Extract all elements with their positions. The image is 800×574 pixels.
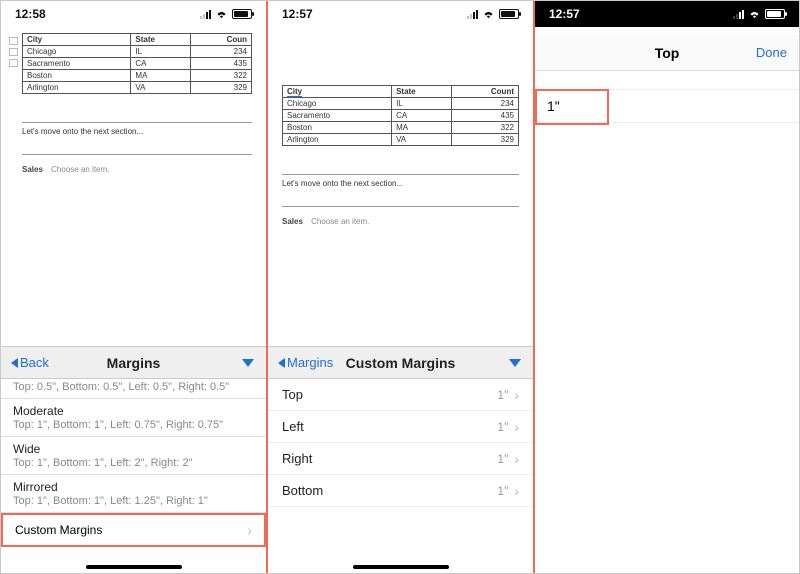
highlight-box: [535, 89, 609, 125]
doc-text: Let's move onto the next section...: [282, 179, 519, 188]
chevron-right-icon: ›: [514, 451, 519, 467]
clock: 12:57: [282, 7, 313, 21]
th-count: Coun: [190, 34, 251, 46]
data-table: City State Count ChicagoIL234 Sacramento…: [282, 85, 519, 146]
home-indicator[interactable]: [86, 565, 182, 569]
dropdown-icon[interactable]: [509, 359, 521, 367]
chevron-left-icon: [278, 358, 285, 368]
wifi-icon: [748, 9, 761, 19]
custom-margins-header: Margins Custom Margins: [268, 346, 533, 379]
chevron-right-icon: ›: [514, 483, 519, 499]
th-city: City: [23, 34, 131, 46]
signal-icon: [467, 9, 478, 19]
document-preview: City State Coun ChicagoIL234 SacramentoC…: [1, 27, 266, 174]
margin-preset-moderate[interactable]: Moderate Top: 1", Bottom: 1", Left: 0.75…: [1, 399, 266, 437]
back-button[interactable]: Back: [11, 355, 49, 370]
chevron-right-icon: ›: [247, 522, 252, 538]
th-city: City: [283, 86, 392, 98]
margins-panel-header: Back Margins: [1, 346, 266, 379]
top-margin-nav: Top Done: [535, 35, 799, 71]
battery-icon: [499, 9, 519, 19]
status-bar: 12:57: [535, 1, 799, 27]
status-bar: 12:57: [268, 1, 533, 27]
dropdown-icon[interactable]: [242, 359, 254, 367]
data-table: City State Coun ChicagoIL234 SacramentoC…: [22, 33, 252, 94]
clock: 12:58: [15, 7, 46, 21]
status-bar: 12:58: [1, 1, 266, 27]
margin-row-top[interactable]: Top 1"›: [268, 379, 533, 411]
document-preview: City State Count ChicagoIL234 Sacramento…: [268, 27, 533, 226]
margin-preset-cut[interactable]: Top: 0.5", Bottom: 0.5", Left: 0.5", Rig…: [1, 379, 266, 399]
th-state: State: [131, 34, 190, 46]
margin-row-right[interactable]: Right 1"›: [268, 443, 533, 475]
margin-row-left[interactable]: Left 1"›: [268, 411, 533, 443]
margin-preset-wide[interactable]: Wide Top: 1", Bottom: 1", Left: 2", Righ…: [1, 437, 266, 475]
back-button[interactable]: Margins: [278, 355, 333, 370]
signal-icon: [733, 9, 744, 19]
sales-field: Sales Choose an item.: [282, 217, 519, 226]
home-indicator[interactable]: [353, 565, 449, 569]
chevron-right-icon: ›: [514, 387, 519, 403]
sales-field: Sales Choose an item.: [22, 165, 252, 174]
page-title: Top: [655, 45, 680, 61]
done-button[interactable]: Done: [756, 45, 787, 60]
chevron-left-icon: [11, 358, 18, 368]
doc-text: Let's move onto the next section...: [22, 127, 252, 136]
page-thumbnails: [9, 37, 18, 170]
chevron-right-icon: ›: [514, 419, 519, 435]
custom-margins-button[interactable]: Custom Margins ›: [1, 513, 266, 547]
wifi-icon: [215, 9, 228, 19]
battery-icon: [232, 9, 252, 19]
margin-preset-mirrored[interactable]: Mirrored Top: 1", Bottom: 1", Left: 1.25…: [1, 475, 266, 513]
th-count: Count: [451, 86, 518, 98]
wifi-icon: [482, 9, 495, 19]
battery-icon: [765, 9, 785, 19]
clock: 12:57: [549, 7, 580, 21]
th-state: State: [392, 86, 452, 98]
margin-row-bottom[interactable]: Bottom 1"›: [268, 475, 533, 507]
signal-icon: [200, 9, 211, 19]
